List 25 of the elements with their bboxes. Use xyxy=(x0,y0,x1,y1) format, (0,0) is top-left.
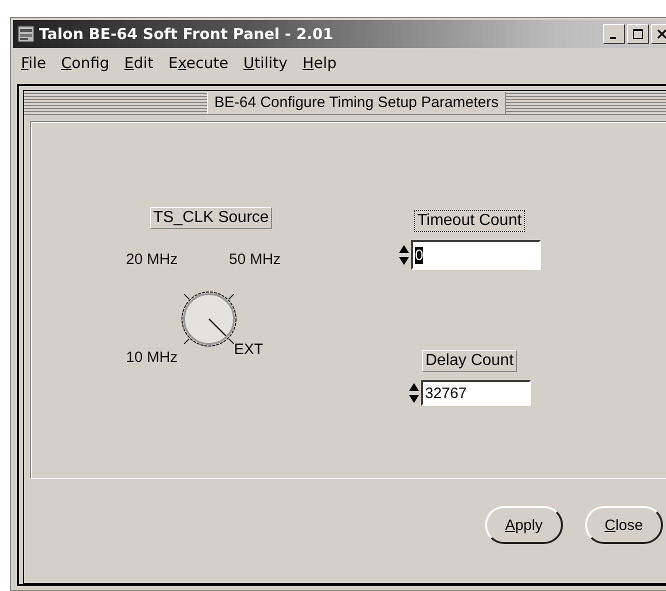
knob-label: TS_CLK Source xyxy=(150,207,272,229)
dialog-button[interactable]: Apply xyxy=(485,506,563,544)
menu-item[interactable]: Execute xyxy=(162,54,238,72)
field-label: Timeout Count xyxy=(414,210,525,232)
window-title: Talon BE-64 Soft Front Panel - 2.01 xyxy=(39,25,334,43)
dialog-button[interactable]: Close xyxy=(584,506,663,544)
number-field[interactable]: 0 xyxy=(411,240,541,270)
app-logo-icon xyxy=(17,25,35,43)
minimize-icon xyxy=(610,37,616,39)
knob-option-label: 10 MHz xyxy=(126,349,178,366)
maximize-button[interactable] xyxy=(627,24,649,44)
field-label: Delay Count xyxy=(422,350,517,372)
menu-item[interactable]: Edit xyxy=(118,54,162,72)
close-icon xyxy=(657,29,666,39)
minimize-button[interactable] xyxy=(603,24,625,44)
number-field[interactable]: 32767 xyxy=(421,380,531,406)
menu-item[interactable]: Help xyxy=(296,54,346,72)
menu-item[interactable]: Utility xyxy=(237,54,296,72)
panel-title: BE-64 Configure Timing Setup Parameters xyxy=(207,92,506,114)
knob-option-label: 50 MHz xyxy=(229,251,281,268)
menu-item[interactable]: Config xyxy=(55,54,118,72)
knob-option-label: EXT xyxy=(234,341,264,358)
knob-option-label: 20 MHz xyxy=(126,251,178,268)
menu-item[interactable]: File xyxy=(15,54,56,72)
maximize-icon xyxy=(633,29,643,39)
